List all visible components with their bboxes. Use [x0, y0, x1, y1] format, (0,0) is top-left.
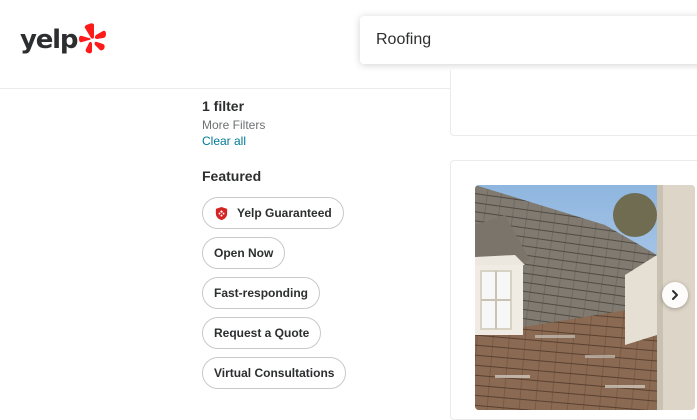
yelp-burst-icon [79, 23, 107, 54]
filters-panel: 1 filter More Filters Clear all Featured [202, 98, 422, 184]
result-card-previous [450, 70, 697, 136]
chevron-right-icon [672, 290, 678, 300]
filter-pill-open-now[interactable]: Open Now [202, 237, 286, 269]
more-filters-label: More Filters [202, 118, 266, 132]
filter-count: 1 filter [202, 98, 245, 114]
filter-pill-request-a-quote[interactable]: Request a Quote [202, 317, 322, 349]
search-input-value: Roofing [376, 31, 432, 48]
pill-label: Yelp Guaranteed [237, 206, 332, 220]
filter-pill-yelp-guaranteed[interactable]: Yelp Guaranteed [202, 197, 344, 229]
filter-pill-fast-responding[interactable]: Fast-responding [202, 277, 321, 309]
filter-pill-virtual-consultations[interactable]: Virtual Consultations [202, 357, 347, 389]
search-input[interactable]: Roofing [360, 16, 697, 64]
pill-label: Request a Quote [214, 326, 310, 340]
yelp-logo[interactable]: yelp [20, 22, 107, 58]
clear-all-link[interactable]: Clear all [202, 134, 422, 148]
pill-label: Open Now [214, 246, 274, 260]
logo-text: yelp [20, 25, 79, 55]
yelp-guaranteed-shield-icon [215, 206, 228, 220]
photo-next-button[interactable] [662, 282, 688, 308]
pill-label: Virtual Consultations [214, 366, 335, 380]
featured-heading: Featured [202, 168, 262, 184]
pill-label: Fast-responding [214, 286, 309, 300]
